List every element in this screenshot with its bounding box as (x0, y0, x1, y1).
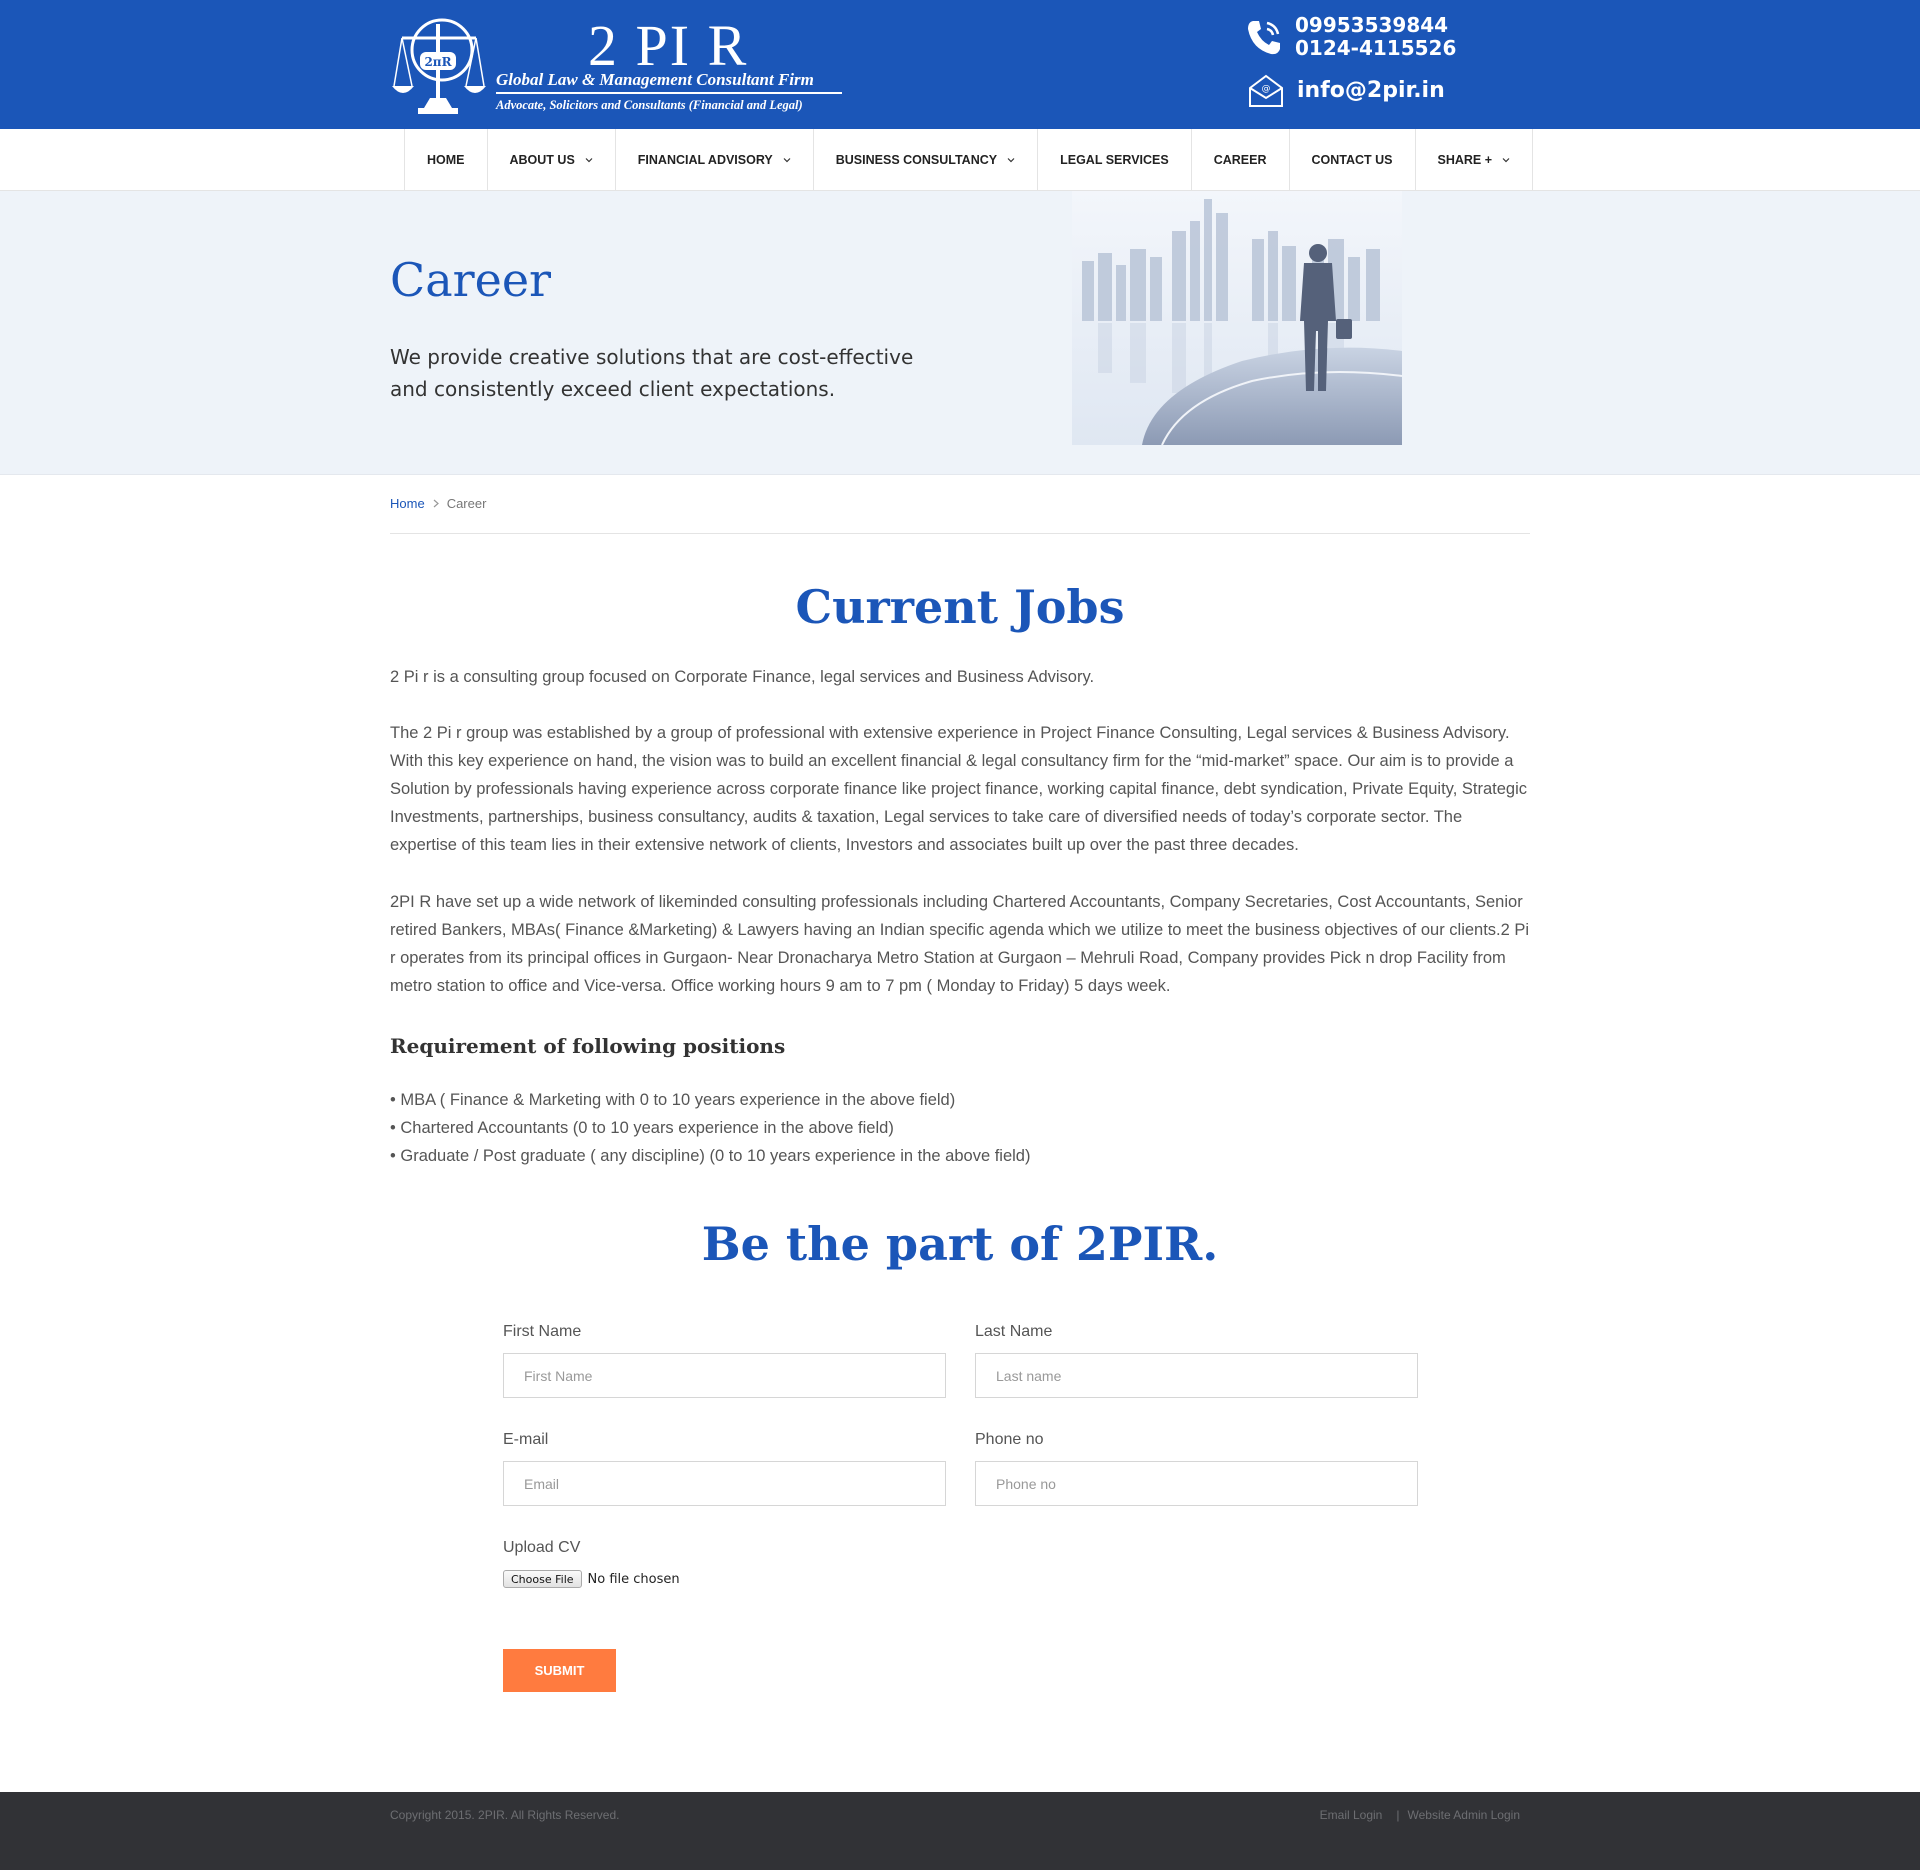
about-paragraph: The 2 Pi r group was established by a gr… (390, 724, 1527, 854)
nav-label: CONTACT US (1311, 153, 1393, 167)
requirement-item: • MBA ( Finance & Marketing with 0 to 10… (390, 1091, 956, 1109)
email-label: E-mail (503, 1431, 549, 1448)
file-upload: Choose File No file chosen (503, 1570, 680, 1588)
nav-label: FINANCIAL ADVISORY (637, 153, 773, 167)
last-name-label: Last Name (975, 1323, 1053, 1340)
nav-label: CAREER (1213, 153, 1267, 167)
intro-paragraph: 2 Pi r is a consulting group focused on … (390, 668, 1095, 686)
requirements-title: Requirement of following positions (390, 1034, 786, 1058)
email-icon: @ (1249, 74, 1283, 107)
network-paragraph: 2PI R have set up a wide network of like… (390, 893, 1530, 995)
phone-label: Phone no (975, 1431, 1044, 1448)
nav-label: BUSINESS CONSULTANCY (835, 153, 998, 167)
upload-cv-label: Upload CV (503, 1539, 581, 1556)
nav-label: HOME (427, 153, 465, 167)
first-name-label: First Name (503, 1323, 582, 1340)
breadcrumb-current: Career (446, 496, 487, 511)
requirement-item: • Chartered Accountants (0 to 10 years e… (390, 1119, 894, 1137)
nav-home[interactable]: HOME (405, 129, 488, 191)
phone-numbers: 09953539844 0124-4115526 (1295, 14, 1456, 60)
footer-separator: | (1396, 1808, 1400, 1822)
logo-divider (496, 92, 842, 94)
nav-label: ABOUT US (509, 153, 575, 167)
scales-of-justice-icon: 2πR (392, 18, 486, 114)
nav-label: SHARE + (1437, 153, 1493, 167)
hero-tagline: We provide creative solutions that are c… (390, 345, 914, 401)
last-name-input[interactable] (975, 1353, 1418, 1398)
site-footer: Copyright 2015. 2PIR. All Rights Reserve… (0, 1792, 1920, 1870)
phone-number-2[interactable]: 0124-4115526 (1295, 37, 1456, 60)
phone-input[interactable] (975, 1461, 1418, 1506)
breadcrumb: Home Career (390, 496, 486, 511)
form-title: Be the part of 2PIR. (701, 1217, 1219, 1271)
site-logo[interactable]: 2πR 2 PI R Global Law & Management Consu… (390, 12, 860, 120)
email-login-link[interactable]: Email Login (1320, 1808, 1383, 1822)
copyright-text: Copyright 2015. 2PIR. All Rights Reserve… (390, 1808, 620, 1822)
businessman-city-image (1072, 191, 1402, 445)
main-navbar: HOME ABOUT US FINANCIAL ADVISORY BUSINES… (0, 129, 1920, 191)
top-header: 2πR 2 PI R Global Law & Management Consu… (0, 0, 1920, 129)
nav-financial-advisory[interactable]: FINANCIAL ADVISORY (616, 129, 814, 191)
chevron-down-icon (1007, 158, 1015, 163)
phone-number-1[interactable]: 09953539844 (1295, 14, 1456, 37)
nav-contact-us[interactable]: CONTACT US (1290, 129, 1416, 191)
chevron-down-icon (585, 158, 593, 163)
chevron-down-icon (1502, 158, 1510, 163)
logo-title: 2 PI R (588, 13, 749, 78)
phone-icon (1248, 21, 1280, 55)
nav-business-consultancy[interactable]: BUSINESS CONSULTANCY (814, 129, 1039, 191)
page-title: Career (390, 253, 552, 307)
current-jobs-title: Current Jobs (795, 580, 1125, 634)
breadcrumb-home-link[interactable]: Home (390, 496, 425, 511)
chevron-right-icon (433, 499, 439, 508)
main-nav: HOME ABOUT US FINANCIAL ADVISORY BUSINES… (404, 129, 1534, 191)
submit-button[interactable]: SUBMIT (503, 1649, 616, 1692)
email-input[interactable] (503, 1461, 946, 1506)
nav-label: LEGAL SERVICES (1060, 153, 1169, 167)
file-status: No file chosen (587, 1571, 680, 1587)
nav-share[interactable]: SHARE + (1416, 129, 1534, 191)
email-address[interactable]: info@2pir.in (1297, 78, 1445, 103)
chevron-down-icon (783, 158, 791, 163)
logo-tagline: Global Law & Management Consultant Firm (496, 70, 814, 89)
footer-links: Email Login | Website Admin Login (1320, 1808, 1520, 1822)
header-contact: 09953539844 0124-4115526 @ info@2pir.in (1240, 14, 1460, 114)
logo-subtagline: Advocate, Solicitors and Consultants (Fi… (496, 98, 803, 112)
breadcrumb-divider (390, 533, 1530, 534)
svg-text:2πR: 2πR (424, 55, 452, 69)
requirements-list: • MBA ( Finance & Marketing with 0 to 10… (390, 1086, 1030, 1170)
page-hero: Career We provide creative solutions tha… (0, 191, 1920, 475)
first-name-input[interactable] (503, 1353, 946, 1398)
admin-login-link[interactable]: Website Admin Login (1407, 1808, 1520, 1822)
svg-text:@: @ (1262, 84, 1271, 94)
nav-legal-services[interactable]: LEGAL SERVICES (1038, 129, 1192, 191)
choose-file-button[interactable]: Choose File (503, 1570, 582, 1588)
nav-about-us[interactable]: ABOUT US (488, 129, 616, 191)
nav-career[interactable]: CAREER (1192, 129, 1290, 191)
requirement-item: • Graduate / Post graduate ( any discipl… (390, 1147, 1031, 1165)
